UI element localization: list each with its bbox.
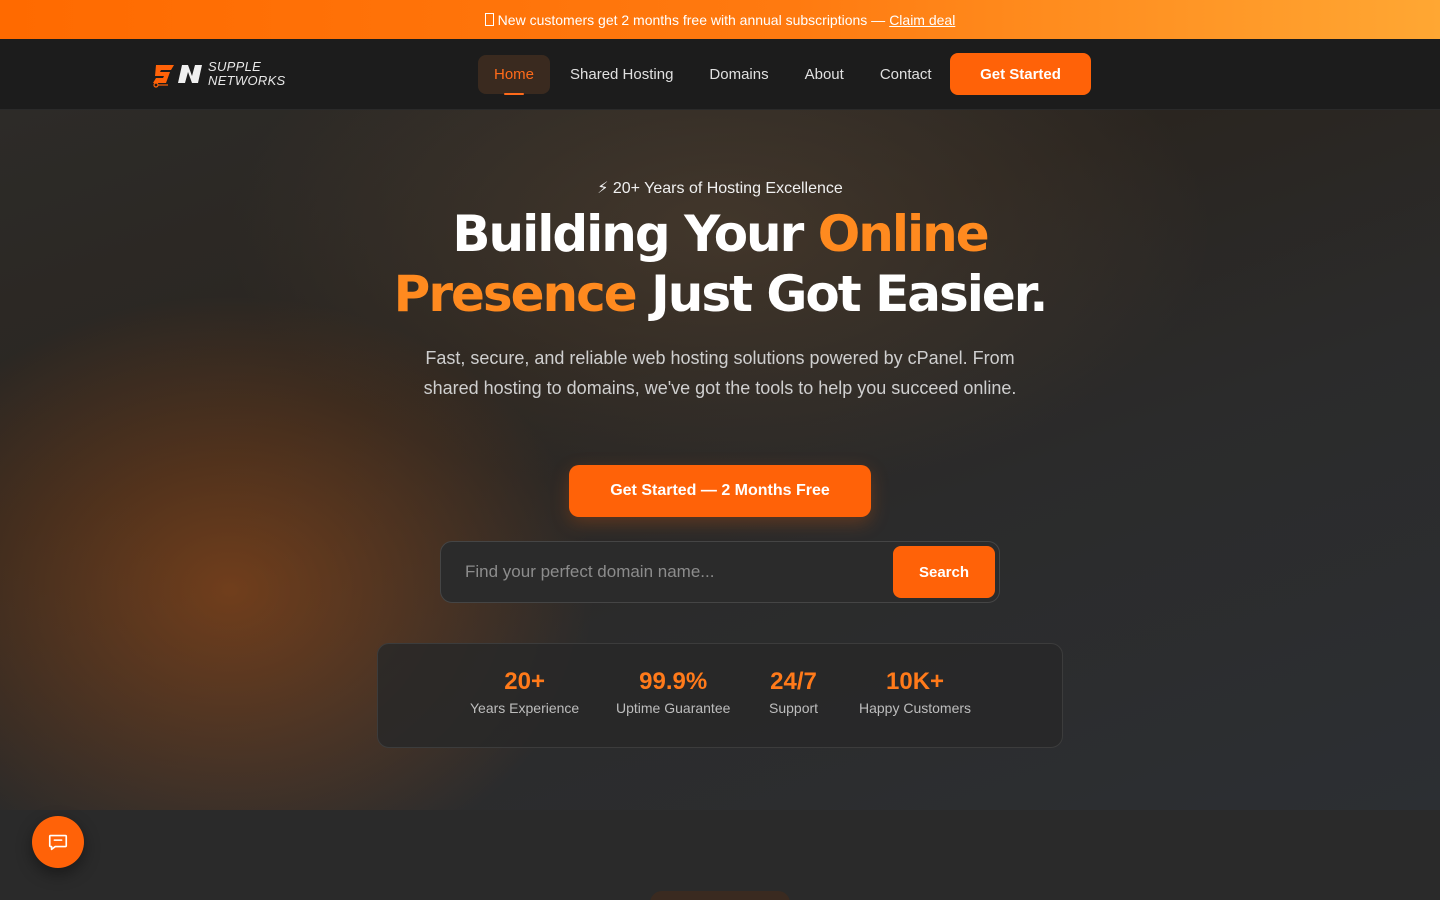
stat-label: Years Experience — [470, 700, 580, 716]
stat-value: 24/7 — [770, 668, 817, 695]
nav-home[interactable]: Home — [478, 55, 551, 95]
next-section — [0, 810, 1440, 900]
hero-get-started-button[interactable]: Get Started — 2 Months Free — [569, 465, 871, 517]
headline-part-2: Just Got Easier. — [635, 265, 1048, 323]
nav-contact[interactable]: Contact — [864, 55, 948, 94]
domain-search-input[interactable] — [465, 542, 885, 602]
stat-uptime: 99.9% Uptime Guarantee — [616, 668, 730, 716]
headline-part-1: Building Your — [452, 205, 818, 263]
hero-subtext: Fast, secure, and reliable web hosting s… — [423, 348, 1017, 398]
hero-eyebrow: ⚡ 20+ Years of Hosting Excellence — [597, 180, 843, 197]
stat-customers: 10K+ Happy Customers — [859, 668, 971, 716]
claim-deal-link[interactable]: Claim deal — [889, 12, 955, 28]
stat-label: Uptime Guarantee — [616, 700, 731, 716]
stat-label: Support — [769, 700, 819, 716]
domain-search-form: Search — [440, 541, 1000, 603]
promo-text: New customers get 2 months free with ann… — [497, 11, 886, 28]
headline-accent-2: Presence — [393, 265, 638, 323]
main-nav: Home Shared Hosting Domains About Contac… — [478, 55, 952, 95]
get-started-button[interactable]: Get Started — [950, 53, 1091, 95]
stat-value: 10K+ — [886, 668, 945, 695]
stat-support: 24/7 Support — [769, 668, 818, 716]
nav-domains[interactable]: Domains — [693, 55, 784, 94]
logo-mark-icon — [153, 65, 202, 88]
logo[interactable]: SUPPLE NETWORKS — [152, 59, 286, 89]
headline-accent-1: Online — [817, 205, 990, 263]
section-badge — [650, 891, 790, 900]
site-header: SUPPLE NETWORKS Home Shared Hosting Doma… — [0, 39, 1440, 110]
brand-line-2: NETWORKS — [208, 73, 286, 88]
gift-icon — [484, 13, 494, 26]
stat-label: Happy Customers — [859, 700, 972, 716]
hero-section: ⚡ 20+ Years of Hosting Excellence Buildi… — [0, 110, 1440, 810]
stat-years: 20+ Years Experience — [470, 668, 579, 716]
domain-search-button[interactable]: Search — [893, 546, 995, 598]
brand-line-1: SUPPLE — [208, 59, 262, 74]
nav-about[interactable]: About — [789, 55, 860, 94]
stat-value: 20+ — [504, 668, 545, 695]
stat-value: 99.9% — [639, 668, 708, 695]
promo-bar: New customers get 2 months free with ann… — [0, 0, 1440, 39]
hero-headline: Building Your Online Presence Just Got E… — [0, 204, 1440, 324]
chat-icon — [48, 834, 68, 851]
brand-name: SUPPLE NETWORKS — [208, 60, 286, 88]
stats-card: 20+ Years Experience 99.9% Uptime Guaran… — [377, 643, 1063, 748]
chat-button[interactable] — [32, 816, 84, 868]
nav-shared-hosting[interactable]: Shared Hosting — [554, 55, 689, 94]
